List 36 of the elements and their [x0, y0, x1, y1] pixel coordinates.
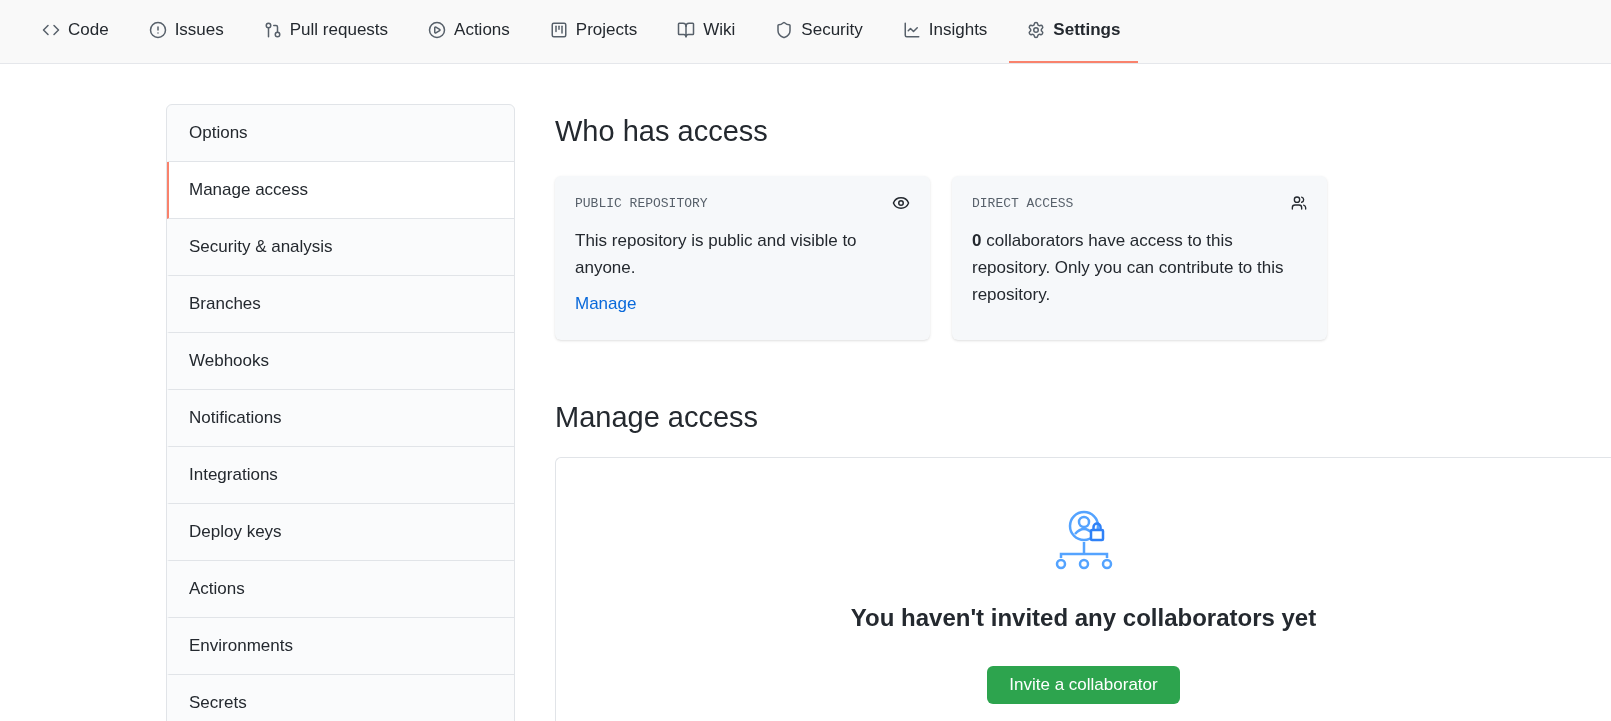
sidebar-item[interactable]: Secrets: [167, 675, 514, 721]
sidebar-item[interactable]: Branches: [167, 276, 514, 333]
sidebar-item[interactable]: Deploy keys: [167, 504, 514, 561]
manage-link[interactable]: Manage: [575, 291, 637, 317]
card-text: This repository is public and visible to anyone.: [575, 230, 858, 279]
nav-tab[interactable]: Insights: [884, 0, 1006, 63]
section-title: Manage access: [555, 399, 760, 435]
sidebar-item[interactable]: Actions: [167, 561, 514, 618]
nav-tab[interactable]: Issues: [130, 0, 242, 63]
nav-tab[interactable]: Code: [24, 0, 127, 63]
sidebar-item[interactable]: Integrations: [167, 447, 514, 504]
book-icon: [677, 21, 696, 39]
sidebar-item[interactable]: Webhooks: [167, 333, 514, 390]
sidebar-item[interactable]: Environments: [167, 618, 514, 675]
pull-request-icon: [263, 21, 282, 39]
empty-state-message: You haven't invited any collaborators yet: [850, 603, 1317, 633]
nav-tab[interactable]: Security: [757, 0, 881, 63]
card-text: 0 collaborators have access to this repository. Only you can contribute to this repository.: [972, 230, 1285, 306]
graph-icon: [902, 21, 921, 39]
card-heading: DIRECT ACCESS: [972, 194, 1074, 213]
nav-tab[interactable]: Settings: [1009, 0, 1139, 63]
section-title: Who has access: [555, 114, 769, 149]
board-icon: [549, 21, 568, 39]
sidebar-item[interactable]: Manage access: [167, 162, 514, 219]
issue-icon: [148, 21, 167, 39]
nav-tab[interactable]: Actions: [410, 0, 528, 63]
play-icon: [428, 21, 447, 39]
nav-tab[interactable]: Pull requests: [245, 0, 407, 63]
shield-icon: [775, 21, 794, 39]
settings-icon: [1027, 21, 1046, 39]
card-heading: PUBLIC REPOSITORY: [575, 194, 708, 213]
sidebar-item[interactable]: Security & analysis: [167, 219, 514, 276]
nav-tab[interactable]: Projects: [531, 0, 656, 63]
sidebar-item[interactable]: Notifications: [167, 390, 514, 447]
nav-tab[interactable]: Wiki: [659, 0, 754, 63]
people-icon: [1291, 195, 1307, 212]
